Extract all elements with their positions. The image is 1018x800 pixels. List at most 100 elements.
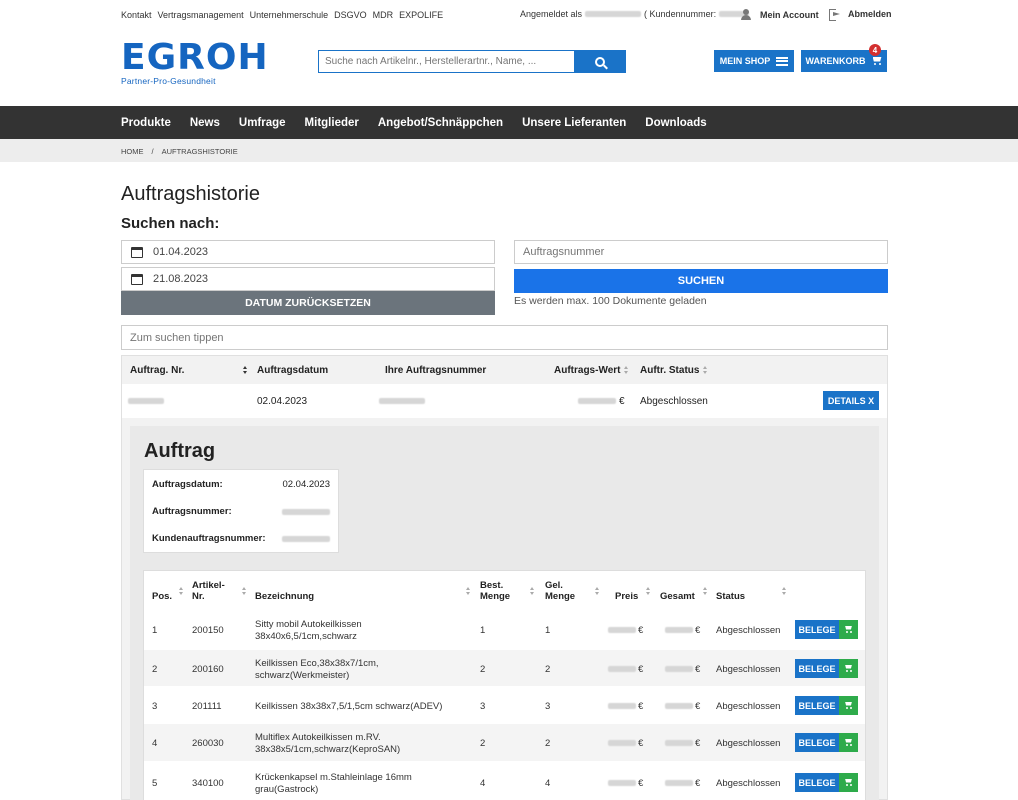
col-total[interactable]: Gesamt (660, 591, 695, 602)
col-order-status[interactable]: Auftr. Status (640, 365, 708, 376)
add-to-cart-button[interactable] (839, 773, 858, 792)
add-to-cart-button[interactable] (839, 620, 858, 639)
order-items-table: Pos. Artikel- Nr. Bezeichnung Best. Menge … (143, 570, 866, 800)
customer-number-label: ( Kundennummer: (644, 9, 717, 19)
nav-produkte[interactable]: Produkte (121, 117, 171, 129)
search-button[interactable]: SUCHEN (514, 269, 888, 293)
item-ordered-qty: 3 (480, 701, 486, 712)
item-article-number: 260030 (192, 738, 224, 749)
item-description-line-2: grau(Gastrock) (255, 784, 319, 795)
col-ordered-label-2: Menge (480, 591, 511, 602)
belege-button[interactable]: BELEGE (795, 620, 858, 639)
col-pos[interactable]: Pos. (152, 591, 172, 602)
nav-mitglieder[interactable]: Mitglieder (305, 117, 359, 129)
link-kontakt[interactable]: Kontakt (121, 10, 152, 20)
order-value-currency: € (619, 396, 625, 407)
sort-icon (703, 366, 708, 375)
sort-icon[interactable] (703, 587, 708, 595)
breadcrumb-home[interactable]: HOME (121, 147, 144, 156)
nav-downloads[interactable]: Downloads (645, 117, 706, 129)
redacted-item-price (608, 627, 636, 633)
col-your-order-number-label: Ihre Auftragsnummer (385, 365, 487, 376)
product-search-input[interactable] (318, 50, 574, 73)
nav-news[interactable]: News (190, 117, 220, 129)
item-total-currency: € (695, 701, 701, 712)
add-to-cart-button[interactable] (839, 696, 858, 715)
calendar-icon (131, 246, 143, 258)
page-title: Auftragshistorie (121, 183, 260, 205)
item-delivered-qty: 1 (545, 625, 551, 636)
filter-input[interactable] (121, 325, 888, 350)
redacted-username (585, 11, 642, 17)
col-delivered-qty[interactable]: Gel. Menge (545, 580, 575, 602)
item-pos: 5 (152, 778, 158, 789)
col-delivered-label-1: Gel. (545, 580, 563, 591)
cart-count-badge: 4 (869, 44, 881, 56)
date-from-field[interactable]: 01.04.2023 (121, 240, 495, 264)
nav-umfrage[interactable]: Umfrage (239, 117, 286, 129)
sort-icon[interactable] (646, 587, 651, 595)
account-link[interactable]: Mein Account (741, 9, 819, 20)
item-ordered-qty: 2 (480, 664, 486, 675)
my-shop-button[interactable]: MEIN SHOP (714, 50, 794, 72)
breadcrumb-current: AUFTRAGSHISTORIE (161, 147, 238, 156)
col-status[interactable]: Status (716, 591, 745, 602)
date-to-value: 21.08.2023 (153, 273, 209, 285)
sort-icon[interactable] (466, 587, 471, 595)
order-number-input[interactable] (514, 240, 888, 264)
cart-icon (844, 626, 853, 634)
col-article-label-1: Artikel- (192, 580, 225, 591)
nav-angebot[interactable]: Angebot/Schnäppchen (378, 117, 503, 129)
link-unternehmerschule[interactable]: Unternehmerschule (250, 10, 329, 20)
table-row: 4 260030 Multiflex Autokeilkissen m.RV. … (144, 724, 865, 761)
col-description[interactable]: Bezeichnung (255, 591, 314, 602)
logout-icon (829, 9, 840, 21)
redacted-item-total (665, 703, 693, 709)
date-to-field[interactable]: 21.08.2023 (121, 267, 495, 291)
item-status: Abgeschlossen (716, 625, 781, 636)
belege-button[interactable]: BELEGE (795, 773, 858, 792)
redacted-item-total (665, 666, 693, 672)
col-order-date-label: Auftragsdatum (257, 365, 329, 376)
sort-icon[interactable] (243, 366, 248, 374)
sort-icon[interactable] (782, 587, 787, 595)
link-vertragsmanagement[interactable]: Vertragsmanagement (158, 10, 244, 20)
redacted-info-order-number (282, 509, 330, 515)
col-order-value[interactable]: Auftrags-Wert (554, 365, 629, 376)
sort-icon[interactable] (179, 587, 184, 595)
item-total-currency: € (695, 778, 701, 789)
col-article-number[interactable]: Artikel- Nr. (192, 580, 225, 602)
logout-link[interactable]: Abmelden (829, 9, 892, 21)
table-row: 3 201111 Keilkissen 38x38x7,5/1,5cm schw… (144, 688, 865, 723)
add-to-cart-button[interactable] (839, 733, 858, 752)
add-to-cart-button[interactable] (839, 659, 858, 678)
nav-lieferanten[interactable]: Unsere Lieferanten (522, 117, 626, 129)
product-search-button[interactable] (574, 50, 626, 73)
info-label-order-number: Auftragsnummer: (152, 506, 232, 517)
col-order-date[interactable]: Auftragsdatum (257, 365, 328, 376)
col-your-order-number[interactable]: Ihre Auftragsnummer (385, 365, 486, 376)
link-dsgvo[interactable]: DSGVO (334, 10, 367, 20)
sort-icon[interactable] (595, 587, 600, 595)
belege-label: BELEGE (795, 620, 839, 639)
belege-button[interactable]: BELEGE (795, 659, 858, 678)
belege-button[interactable]: BELEGE (795, 733, 858, 752)
search-icon (595, 56, 605, 67)
belege-button[interactable]: BELEGE (795, 696, 858, 715)
belege-label: BELEGE (795, 696, 839, 715)
brand-logo[interactable]: EGROH Partner-Pro-Gesundheit (121, 40, 281, 87)
link-expolife[interactable]: EXPOLIFE (399, 10, 443, 20)
sort-icon[interactable] (530, 587, 535, 595)
list-icon (776, 56, 789, 66)
item-article-number: 200160 (192, 664, 224, 675)
reset-date-button[interactable]: DATUM ZURÜCKSETZEN (121, 291, 495, 315)
details-toggle-button[interactable]: DETAILS X (823, 391, 879, 410)
sort-icon[interactable] (242, 587, 247, 595)
col-order-number[interactable]: Auftrag. Nr. (130, 365, 184, 376)
link-mdr[interactable]: MDR (373, 10, 394, 20)
col-price[interactable]: Preis (615, 591, 638, 602)
col-ordered-qty[interactable]: Best. Menge (480, 580, 510, 602)
redacted-order-number (128, 398, 164, 404)
cart-icon (844, 665, 853, 673)
redacted-item-price (608, 666, 636, 672)
